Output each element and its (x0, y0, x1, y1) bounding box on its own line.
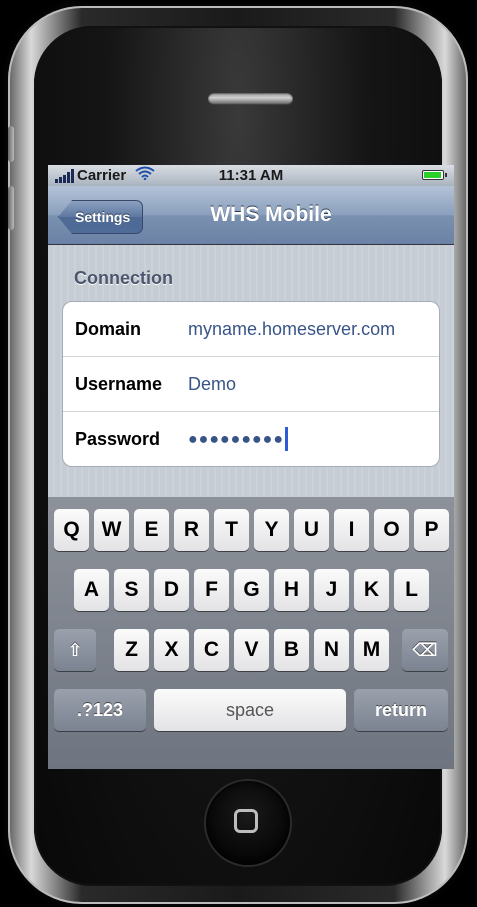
navigation-bar: Settings WHS Mobile (48, 186, 454, 245)
mute-switch (8, 126, 14, 162)
key-a[interactable]: A (74, 569, 109, 611)
key-f[interactable]: F (194, 569, 229, 611)
username-label: Username (75, 373, 163, 394)
key-y[interactable]: Y (254, 509, 289, 551)
status-bar: Carrier 11:31 AM (48, 165, 454, 186)
backspace-icon: ⌫ (412, 639, 438, 660)
key-k[interactable]: K (354, 569, 389, 611)
key-t[interactable]: T (214, 509, 249, 551)
key-w[interactable]: W (94, 509, 129, 551)
on-screen-keyboard: ⇧ ⌫ .?123 space return QWERTYUIOP ASDFGHJ… (48, 497, 454, 769)
key-n[interactable]: N (314, 629, 349, 671)
key-i[interactable]: I (334, 509, 369, 551)
domain-field[interactable]: myname.homeserver.com (188, 319, 395, 340)
battery-fill (424, 172, 441, 178)
key-c[interactable]: C (194, 629, 229, 671)
key-e[interactable]: E (134, 509, 169, 551)
key-u[interactable]: U (294, 509, 329, 551)
password-row[interactable]: Password ●●●●●●●●● (63, 412, 439, 466)
username-row[interactable]: Username Demo (63, 357, 439, 412)
key-x[interactable]: X (154, 629, 189, 671)
volume-up-button (8, 186, 14, 230)
status-time: 11:31 AM (218, 167, 284, 184)
key-s[interactable]: S (114, 569, 149, 611)
key-g[interactable]: G (234, 569, 269, 611)
key-d[interactable]: D (154, 569, 189, 611)
earpiece-speaker (208, 93, 293, 105)
space-key[interactable]: space (154, 689, 346, 731)
key-b[interactable]: B (274, 629, 309, 671)
text-cursor (284, 427, 288, 451)
home-button-icon[interactable] (206, 781, 290, 865)
key-z[interactable]: Z (114, 629, 149, 671)
connection-group: Domain myname.homeserver.com Username De… (62, 301, 440, 467)
battery-icon (422, 170, 447, 180)
password-field[interactable]: ●●●●●●●●● (188, 427, 288, 451)
page-title: WHS Mobile (210, 203, 332, 226)
key-l[interactable]: L (394, 569, 429, 611)
key-r[interactable]: R (174, 509, 209, 551)
password-masked-value: ●●●●●●●●● (188, 430, 284, 448)
key-j[interactable]: J (314, 569, 349, 611)
device-screen: Carrier 11:31 AM Settings WHS Mobile Con… (48, 165, 454, 769)
key-v[interactable]: V (234, 629, 269, 671)
section-header-connection: Connection (74, 268, 173, 288)
shift-icon: ⇧ (67, 639, 83, 660)
domain-row[interactable]: Domain myname.homeserver.com (63, 302, 439, 357)
key-o[interactable]: O (374, 509, 409, 551)
key-m[interactable]: M (354, 629, 389, 671)
key-q[interactable]: Q (54, 509, 89, 551)
numbers-mode-key[interactable]: .?123 (54, 689, 146, 731)
key-h[interactable]: H (274, 569, 309, 611)
home-square-icon (234, 809, 258, 833)
backspace-key[interactable]: ⌫ (402, 629, 448, 671)
password-label: Password (75, 428, 161, 449)
username-field[interactable]: Demo (188, 374, 236, 395)
domain-label: Domain (75, 318, 142, 339)
return-key[interactable]: return (354, 689, 448, 731)
settings-content: Connection Domain myname.homeserver.com … (48, 245, 454, 497)
key-p[interactable]: P (414, 509, 449, 551)
shift-key[interactable]: ⇧ (54, 629, 96, 671)
